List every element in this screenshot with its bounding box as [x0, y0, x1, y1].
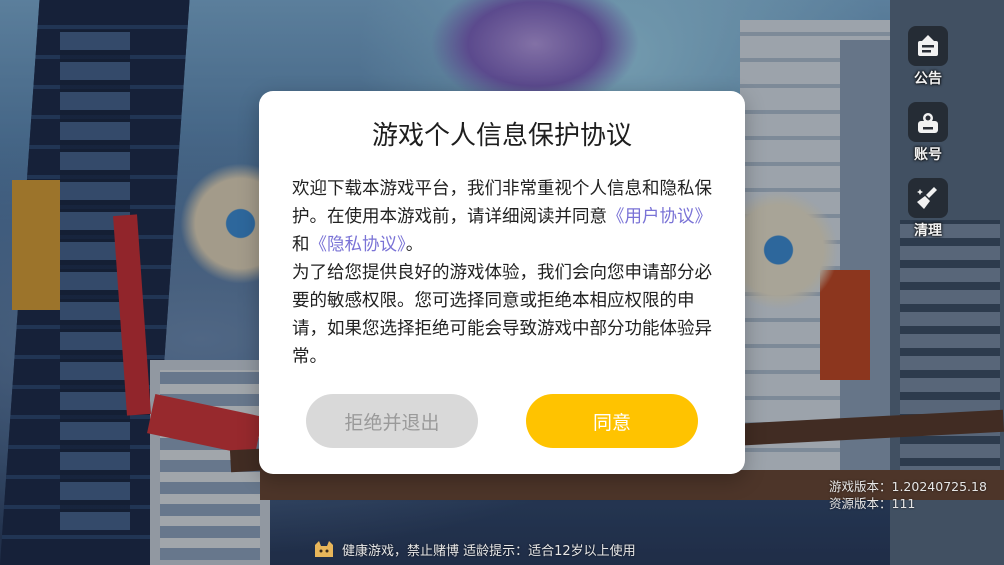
dialog-text: 和 — [292, 235, 310, 255]
privacy-agreement-dialog: 游戏个人信息保护协议 欢迎下载本游戏平台，我们非常重视个人信息和隐私保护。在使用… — [259, 91, 745, 474]
dialog-body: 欢迎下载本游戏平台，我们非常重视个人信息和隐私保护。在使用本游戏前，请详细阅读并… — [292, 175, 712, 371]
agree-button[interactable]: 同意 — [526, 394, 698, 448]
side-item-account[interactable]: 账号 — [900, 102, 956, 178]
dialog-text: 。 — [405, 235, 424, 255]
side-menu: 公告 账号 清理 — [900, 26, 956, 254]
side-item-label: 清理 — [914, 223, 942, 239]
health-notice-text: 健康游戏，禁止赌博 适龄提示：适合12岁以上使用 — [342, 543, 636, 559]
version-info: 游戏版本：1.20240725.18 资源版本：111 — [829, 478, 987, 512]
cat-mascot-icon — [312, 539, 336, 559]
side-item-label: 公告 — [914, 71, 942, 87]
side-item-cleanup[interactable]: 清理 — [900, 178, 956, 254]
side-item-announcement[interactable]: 公告 — [900, 26, 956, 102]
decline-and-exit-button[interactable]: 拒绝并退出 — [306, 394, 478, 448]
account-icon — [908, 102, 948, 142]
dialog-title: 游戏个人信息保护协议 — [371, 121, 632, 151]
resource-version: 资源版本：111 — [829, 496, 916, 511]
privacy-agreement-link[interactable]: 《隐私协议》 — [310, 235, 406, 255]
health-notice: 健康游戏，禁止赌博 适龄提示：适合12岁以上使用 — [312, 539, 636, 559]
announcement-icon — [908, 26, 948, 66]
dialog-paragraph: 欢迎下载本游戏平台，我们非常重视个人信息和隐私保护。在使用本游戏前，请详细阅读并… — [292, 175, 712, 259]
game-version: 游戏版本：1.20240725.18 — [829, 479, 987, 494]
side-item-label: 账号 — [914, 147, 942, 163]
broom-icon — [908, 178, 948, 218]
dialog-paragraph: 为了给您提供良好的游戏体验，我们会向您申请部分必要的敏感权限。您可选择同意或拒绝… — [292, 263, 712, 367]
user-agreement-link[interactable]: 《用户协议》 — [607, 207, 712, 227]
